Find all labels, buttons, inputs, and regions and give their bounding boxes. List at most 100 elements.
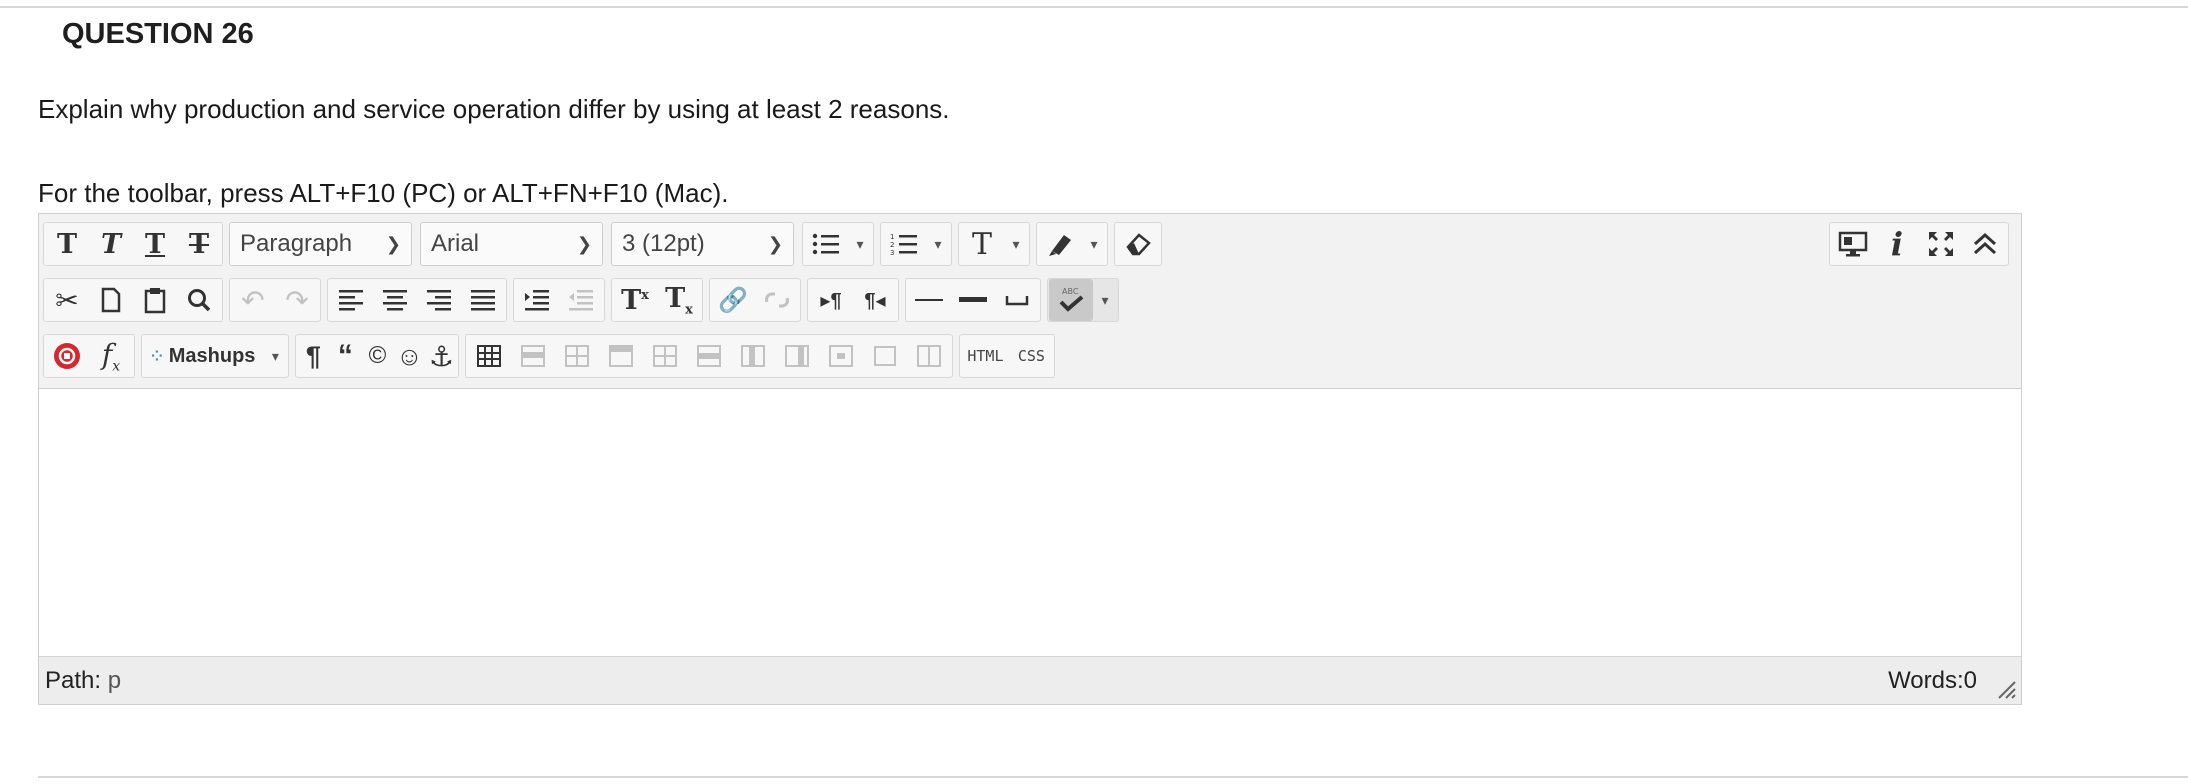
mashups-button[interactable]: ⁘ Mashups — [143, 335, 263, 377]
html-source-button[interactable]: HTML — [961, 335, 1009, 377]
math-editor-button[interactable]: fx — [89, 335, 133, 377]
remove-link-button[interactable] — [755, 279, 799, 321]
table-row-props-button[interactable] — [907, 335, 951, 377]
align-center-button[interactable] — [373, 279, 417, 321]
record-icon — [54, 343, 80, 369]
indent-icon — [525, 290, 549, 311]
media-group: fx — [43, 334, 135, 378]
bullet-list-button[interactable] — [804, 223, 848, 265]
resize-handle-icon[interactable] — [1993, 676, 2017, 700]
find-replace-button[interactable] — [177, 279, 221, 321]
toolbar-row-2: ✂ ↶ ↷ Tx Tx 🔗 ▸¶ ¶◂ ABC ▾ — [43, 276, 1125, 324]
history-group: ↶ ↷ — [229, 278, 321, 322]
spellcheck-button[interactable]: ABC — [1049, 279, 1093, 321]
word-count: Words:0 — [1888, 667, 1977, 694]
table-column-icon — [653, 345, 678, 367]
outdent-icon — [569, 290, 593, 311]
scissors-icon: ✂ — [55, 284, 79, 316]
spellcheck-options-button[interactable]: ▾ — [1093, 279, 1117, 321]
bullet-list-options-button[interactable]: ▾ — [848, 223, 872, 265]
caret-down-icon: ▾ — [934, 235, 942, 252]
mashups-options-button[interactable]: ▾ — [263, 335, 287, 377]
table-col-after-button[interactable] — [687, 335, 731, 377]
insert-table-button[interactable] — [467, 335, 511, 377]
highlighter-icon — [1049, 235, 1071, 256]
text-color-options-button[interactable]: ▾ — [1004, 223, 1028, 265]
table-cell-props-button[interactable] — [863, 335, 907, 377]
strikethrough-button[interactable]: T — [177, 223, 221, 265]
thick-line-button[interactable] — [951, 279, 995, 321]
table-row-after-button[interactable] — [555, 335, 599, 377]
italic-icon: T — [100, 228, 122, 260]
emoticon-button[interactable]: ☺ — [393, 335, 425, 377]
table-column-icon — [741, 345, 766, 367]
ltr-button[interactable]: ▸¶ — [809, 279, 853, 321]
anchor-button[interactable]: ⚓ — [425, 335, 457, 377]
accessibility-info-button[interactable]: i — [1875, 223, 1919, 265]
ltr-paragraph-icon: ▸¶ — [820, 289, 842, 312]
table-column-icon — [697, 345, 722, 367]
table-split-cell-button[interactable] — [775, 335, 819, 377]
chevron-down-icon: ❯ — [385, 233, 401, 254]
horizontal-line-button[interactable] — [907, 279, 951, 321]
align-left-button[interactable] — [329, 279, 373, 321]
nonbreaking-space-button[interactable] — [995, 279, 1039, 321]
align-justify-button[interactable] — [461, 279, 505, 321]
redo-button[interactable]: ↷ — [275, 279, 319, 321]
copy-button[interactable] — [89, 279, 133, 321]
insert-media-button[interactable] — [45, 335, 89, 377]
numbered-list-options-button[interactable]: ▾ — [926, 223, 950, 265]
subscript-button[interactable]: Tx — [657, 279, 701, 321]
insert-link-button[interactable]: 🔗 — [711, 279, 755, 321]
preview-button[interactable] — [1831, 223, 1875, 265]
text-color-button[interactable]: T — [960, 223, 1004, 265]
path-element-link[interactable]: p — [108, 667, 121, 694]
table-col-before-button[interactable] — [643, 335, 687, 377]
blockquote-button[interactable]: “ — [329, 335, 361, 377]
highlight-color-button[interactable] — [1038, 223, 1082, 265]
special-character-button[interactable]: © — [361, 335, 393, 377]
table-delete-row-button[interactable] — [599, 335, 643, 377]
font-size-select[interactable]: 3 (12pt) ❯ — [611, 222, 794, 266]
highlight-options-button[interactable]: ▾ — [1082, 223, 1106, 265]
show-blocks-button[interactable]: ¶ — [297, 335, 329, 377]
table-row-before-button[interactable] — [511, 335, 555, 377]
editor-toolbar: T T T T Paragraph ❯ Arial ❯ 3 (12pt) ❯ ▾… — [39, 214, 2021, 389]
cut-button[interactable]: ✂ — [45, 279, 89, 321]
toolbar-right-group: i — [1829, 220, 2015, 268]
underline-button[interactable]: T — [133, 223, 177, 265]
outdent-button[interactable] — [559, 279, 603, 321]
numbered-list-group: 123 ▾ — [880, 222, 952, 266]
italic-button[interactable]: T — [89, 223, 133, 265]
clear-formatting-button[interactable] — [1116, 223, 1160, 265]
function-icon: fx — [101, 337, 121, 375]
mashups-group: ⁘ Mashups ▾ — [141, 334, 290, 378]
table-row-icon — [609, 345, 634, 367]
indent-button[interactable] — [515, 279, 559, 321]
path-label: Path: — [45, 667, 102, 694]
bold-button[interactable]: T — [45, 223, 89, 265]
css-editor-button[interactable]: CSS — [1009, 335, 1053, 377]
fullscreen-button[interactable] — [1919, 223, 1963, 265]
table-cell-icon — [874, 346, 897, 366]
align-left-icon — [339, 290, 363, 311]
rich-text-editor: T T T T Paragraph ❯ Arial ❯ 3 (12pt) ❯ ▾… — [38, 213, 2022, 705]
bold-icon: T — [56, 228, 78, 260]
paste-button[interactable] — [133, 279, 177, 321]
editor-status-bar: Path: p Words:0 — [39, 656, 2021, 704]
bullet-list-group: ▾ — [802, 222, 874, 266]
clear-format-group — [1114, 222, 1162, 266]
undo-button[interactable]: ↶ — [231, 279, 275, 321]
collapse-toolbar-button[interactable] — [1963, 223, 2007, 265]
align-right-button[interactable] — [417, 279, 461, 321]
editor-content-area[interactable] — [39, 389, 2021, 657]
text-color-group: T ▾ — [958, 222, 1030, 266]
font-family-select[interactable]: Arial ❯ — [420, 222, 603, 266]
paragraph-format-select[interactable]: Paragraph ❯ — [229, 222, 412, 266]
table-delete-col-button[interactable] — [731, 335, 775, 377]
spellcheck-group: ABC ▾ — [1047, 278, 1119, 322]
superscript-button[interactable]: Tx — [613, 279, 657, 321]
rtl-button[interactable]: ¶◂ — [853, 279, 897, 321]
table-merge-cell-button[interactable] — [819, 335, 863, 377]
numbered-list-button[interactable]: 123 — [882, 223, 926, 265]
